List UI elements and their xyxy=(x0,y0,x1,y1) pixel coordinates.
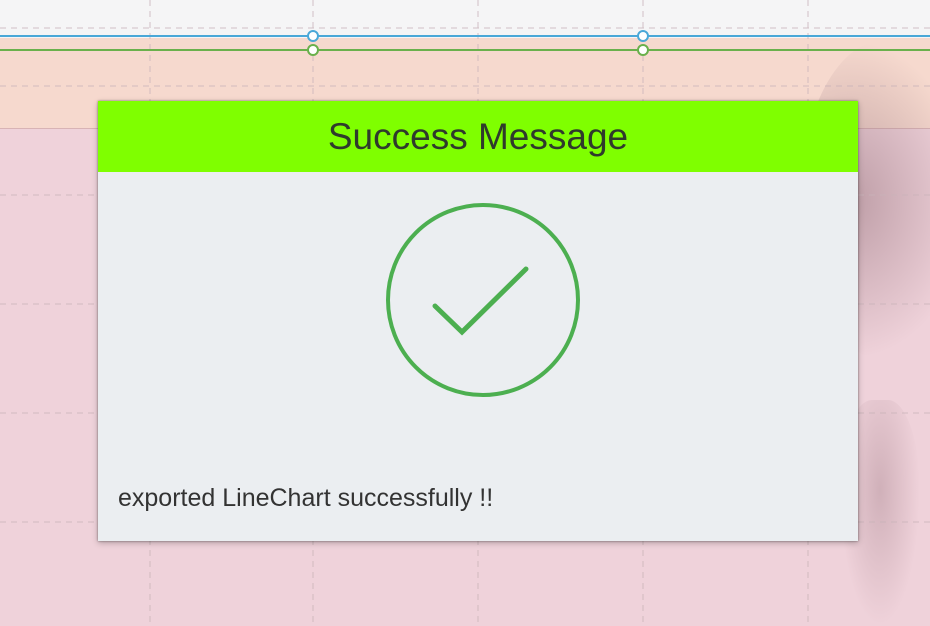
chart-point xyxy=(637,30,649,42)
dialog-title: Success Message xyxy=(327,115,629,157)
dialog-header: Success Message xyxy=(98,101,858,172)
chart-point xyxy=(307,44,319,56)
chart-point xyxy=(637,44,649,56)
success-dialog: Success Message exported LineChart succe… xyxy=(98,101,858,541)
checkmark-circle-icon xyxy=(385,202,581,398)
dialog-message: exported LineChart successfully !! xyxy=(118,484,494,512)
chart-point xyxy=(307,30,319,42)
